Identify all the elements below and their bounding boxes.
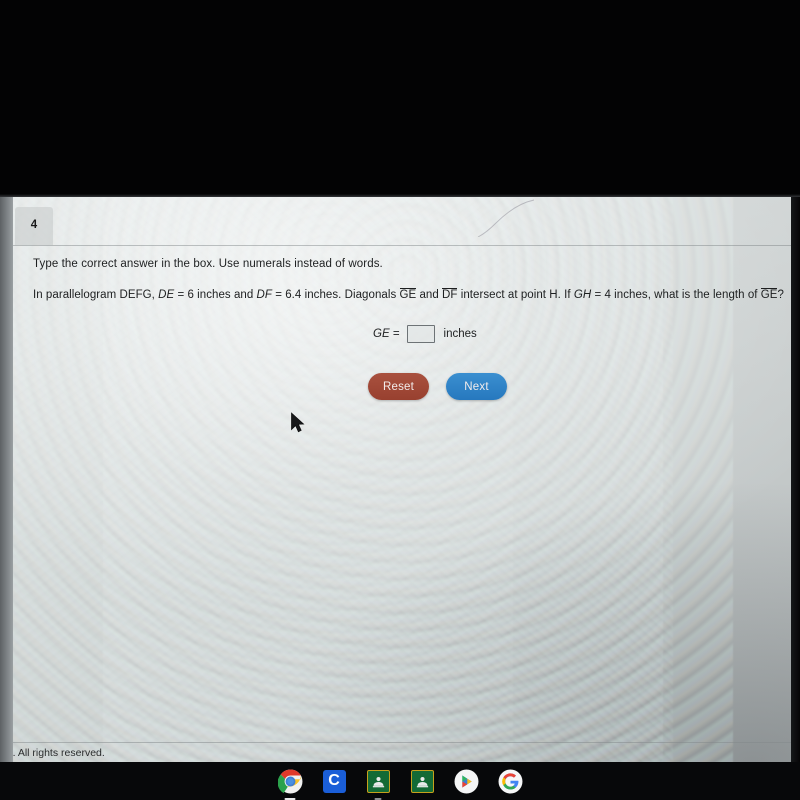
footer-copyright: um. All rights reserved. xyxy=(13,747,105,759)
classroom-icon-1-glyph xyxy=(366,769,390,793)
screenshot-root: 4 Type the correct answer in the box. Us… xyxy=(0,0,800,800)
answer-unit-label: inches xyxy=(443,328,477,340)
answer-row: GE = inches xyxy=(373,325,477,343)
quiz-page: 4 Type the correct answer in the box. Us… xyxy=(13,197,791,762)
instruction-text: Type the correct answer in the box. Use … xyxy=(33,258,383,270)
answer-input[interactable] xyxy=(406,325,435,343)
question-part-6: = 4 inches, what is the length of xyxy=(591,289,761,301)
taskbar-shelf: C xyxy=(0,762,800,800)
classroom-icon-2-glyph xyxy=(410,769,434,793)
question-number-tab[interactable]: 4 xyxy=(15,207,53,245)
question-part-3: = 6.4 inches. Diagonals xyxy=(271,289,400,301)
classroom-person-glyph-2 xyxy=(416,776,428,787)
segment-ge-1: GE xyxy=(399,288,417,301)
segment-ge-2: GE xyxy=(760,288,778,301)
question-var-de: DE xyxy=(158,289,175,301)
classroom-icon-1[interactable] xyxy=(366,769,391,794)
classroom-person-glyph xyxy=(372,776,384,787)
question-var-gh: GH xyxy=(573,289,592,301)
question-var-df: DF xyxy=(256,289,272,301)
question-part-2: = 6 inches and xyxy=(174,289,257,301)
question-part-1: In parallelogram DEFG, xyxy=(33,289,159,301)
google-icon[interactable] xyxy=(498,769,523,794)
answer-label: GE = xyxy=(373,328,400,340)
segment-df: DF xyxy=(442,288,458,301)
chrome-icon[interactable] xyxy=(277,769,303,794)
footer-divider xyxy=(13,742,791,743)
chrome-icon-glyph xyxy=(277,769,302,793)
screen-bezel-top xyxy=(0,0,800,197)
classroom-icon-2[interactable] xyxy=(410,769,435,794)
screen-bezel-left xyxy=(0,197,13,762)
reset-button[interactable]: Reset xyxy=(368,373,429,400)
play-store-icon[interactable] xyxy=(454,769,479,794)
laptop-screen-panel: 4 Type the correct answer in the box. Us… xyxy=(13,197,791,762)
header-divider xyxy=(13,245,791,246)
question-text: In parallelogram DEFG, DE = 6 inches and… xyxy=(33,288,784,302)
question-part-7: ? xyxy=(777,289,784,301)
next-button[interactable]: Next xyxy=(446,373,507,400)
canvas-icon[interactable]: C xyxy=(322,769,347,794)
google-icon-glyph xyxy=(498,769,522,793)
question-part-4: and xyxy=(416,289,443,301)
question-part-5: intersect at point H. If xyxy=(457,289,574,301)
action-buttons: Reset Next xyxy=(368,373,507,400)
screen-bezel-right xyxy=(791,197,800,762)
play-store-icon-glyph xyxy=(454,769,478,793)
question-number-label: 4 xyxy=(30,219,38,232)
canvas-icon-letter: C xyxy=(322,769,346,793)
